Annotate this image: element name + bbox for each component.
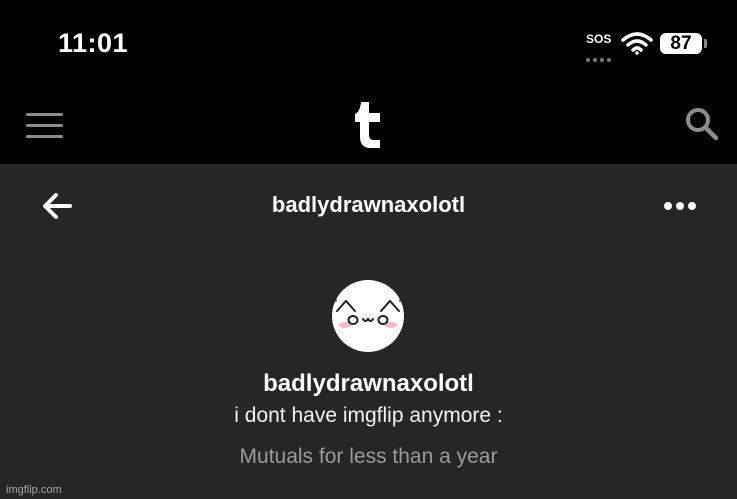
imgflip-watermark: imgflip.com xyxy=(6,484,62,496)
wifi-icon xyxy=(621,32,653,55)
battery-tip xyxy=(704,39,707,48)
avatar[interactable] xyxy=(332,280,404,352)
avatar-face-icon xyxy=(334,292,402,328)
tumblr-logo[interactable] xyxy=(350,100,386,150)
signal-dots-icon xyxy=(586,49,614,62)
status-time: 11:01 xyxy=(58,28,129,58)
header-title: badlydrawnaxolotl xyxy=(271,192,466,217)
menu-icon[interactable] xyxy=(26,113,63,141)
sos-indicator: SOS xyxy=(586,32,612,46)
more-options-icon[interactable] xyxy=(662,201,698,211)
search-icon[interactable] xyxy=(684,106,720,142)
blog-name[interactable]: badlydrawnaxolotl xyxy=(0,370,737,398)
blog-description: i dont have imgflip anymore : xyxy=(234,404,503,427)
mutuals-status: Mutuals for less than a year xyxy=(239,445,498,468)
battery-icon: 87 xyxy=(660,33,702,54)
